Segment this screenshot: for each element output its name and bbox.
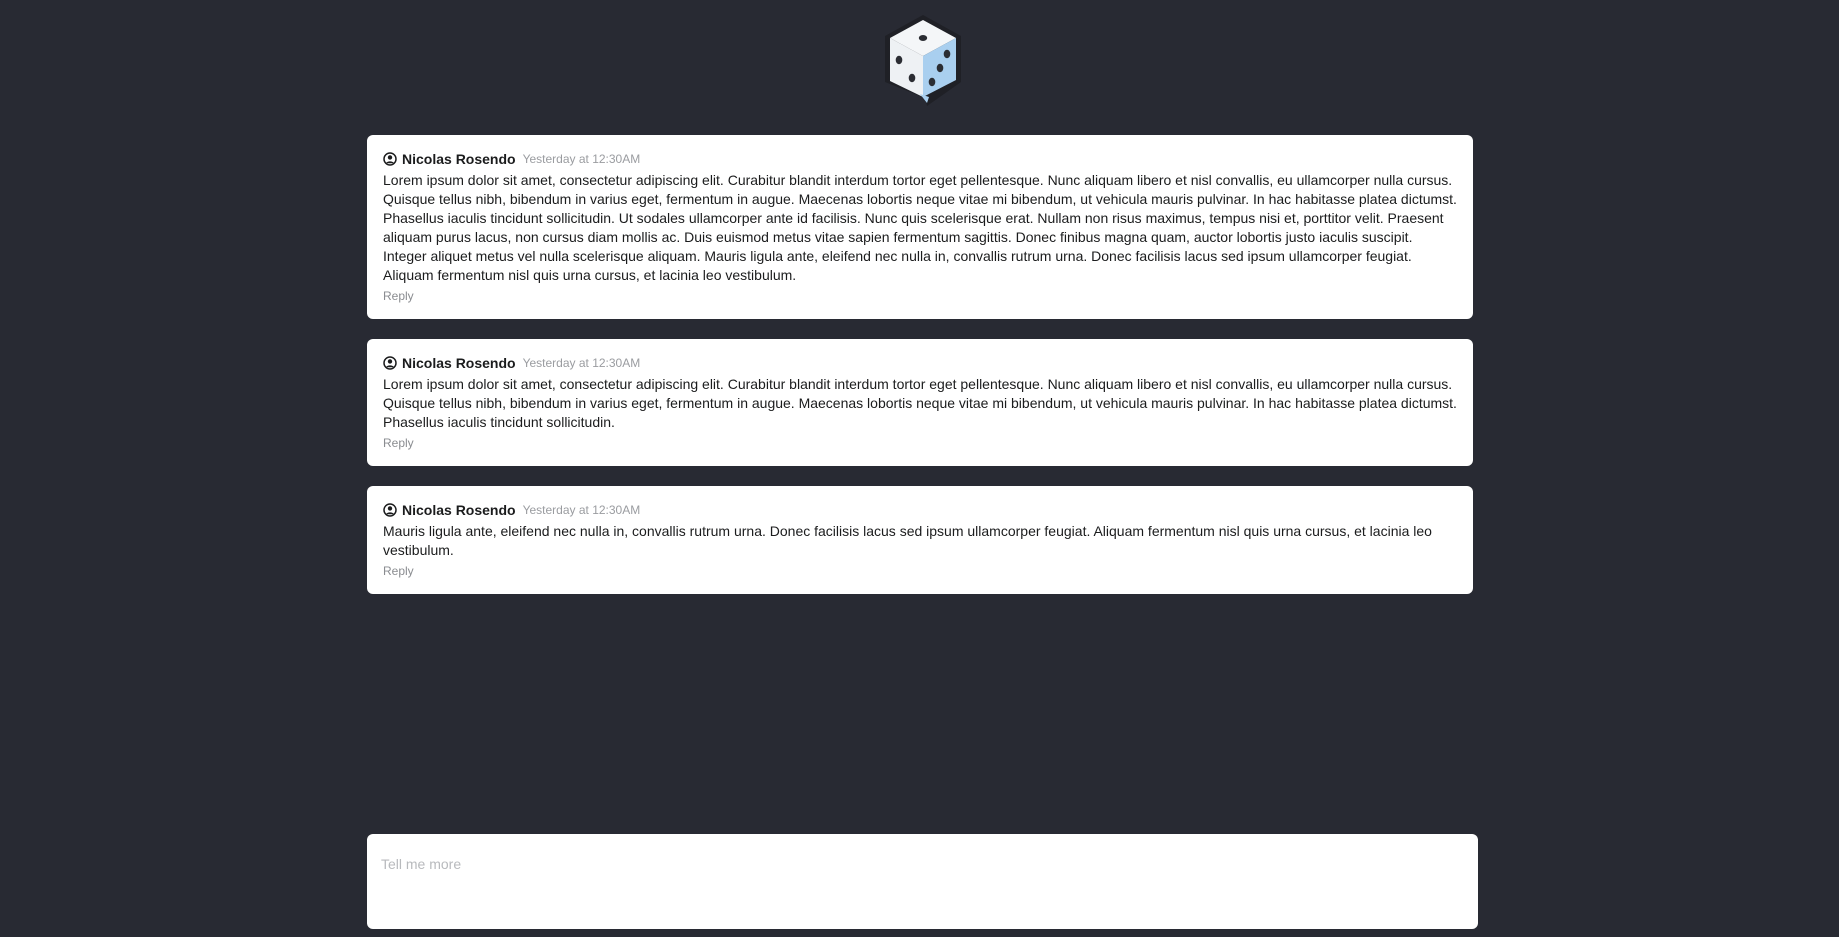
user-circle-icon xyxy=(383,356,397,370)
comment-text: Lorem ipsum dolor sit amet, consectetur … xyxy=(383,172,1457,283)
comment-author[interactable]: Nicolas Rosendo xyxy=(402,151,516,167)
page: Nicolas Rosendo Yesterday at 12:30AM Lor… xyxy=(0,0,1839,937)
comment-card: Nicolas Rosendo Yesterday at 12:30AM Lor… xyxy=(367,135,1473,319)
comment-timestamp: Yesterday at 12:30AM xyxy=(522,503,641,517)
comment-meta: Nicolas Rosendo Yesterday at 12:30AM xyxy=(383,500,1457,520)
comment-text: Lorem ipsum dolor sit amet, consectetur … xyxy=(383,376,1457,430)
comment-timestamp: Yesterday at 12:30AM xyxy=(522,152,641,166)
comment-author[interactable]: Nicolas Rosendo xyxy=(402,502,516,518)
comment-input[interactable] xyxy=(367,834,1478,929)
user-circle-icon xyxy=(383,152,397,166)
reply-link[interactable]: Reply xyxy=(383,564,414,578)
comment-card: Nicolas Rosendo Yesterday at 12:30AM Lor… xyxy=(367,339,1473,466)
comment-card: Nicolas Rosendo Yesterday at 12:30AM Mau… xyxy=(367,486,1473,594)
comment-timestamp: Yesterday at 12:30AM xyxy=(522,356,641,370)
user-circle-icon xyxy=(383,503,397,517)
comment-feed: Nicolas Rosendo Yesterday at 12:30AM Lor… xyxy=(367,135,1473,614)
comment-author[interactable]: Nicolas Rosendo xyxy=(402,355,516,371)
reply-link[interactable]: Reply xyxy=(383,289,414,303)
comment-composer xyxy=(367,834,1478,929)
comment-meta: Nicolas Rosendo Yesterday at 12:30AM xyxy=(383,353,1457,373)
reply-link[interactable]: Reply xyxy=(383,436,414,450)
comment-meta: Nicolas Rosendo Yesterday at 12:30AM xyxy=(383,149,1457,169)
comment-text: Mauris ligula ante, eleifend nec nulla i… xyxy=(383,523,1432,558)
dice-logo-icon xyxy=(880,12,966,112)
